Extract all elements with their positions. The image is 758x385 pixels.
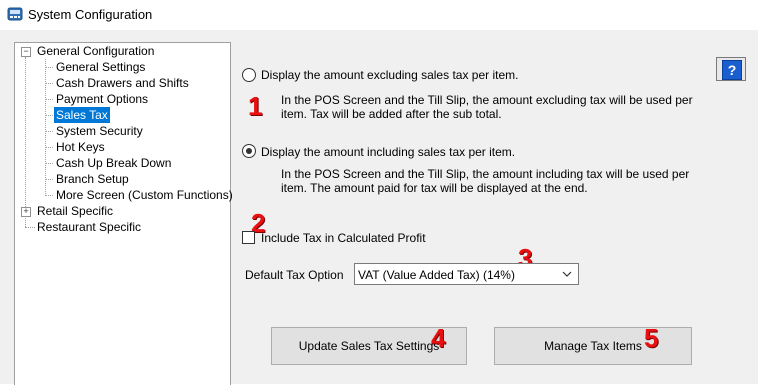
manage-tax-items-button[interactable]: Manage Tax Items bbox=[494, 327, 692, 365]
title-bar: System Configuration bbox=[0, 0, 758, 30]
default-tax-value: VAT (Value Added Tax) (14%) bbox=[358, 268, 515, 282]
tree-item-restaurant-specific[interactable]: Restaurant Specific bbox=[35, 219, 143, 235]
tree-item-general-configuration[interactable]: General Configuration bbox=[35, 43, 156, 59]
include-tax-profit-checkbox[interactable] bbox=[242, 231, 255, 244]
default-tax-label: Default Tax Option bbox=[245, 268, 344, 282]
tree-item-cash-drawers[interactable]: Cash Drawers and Shifts bbox=[54, 75, 191, 91]
navigation-tree[interactable]: − General Configuration General Settings… bbox=[14, 42, 233, 385]
excluding-tax-description: In the POS Screen and the Till Slip, the… bbox=[281, 93, 693, 121]
tree-item-retail-specific[interactable]: Retail Specific bbox=[35, 203, 115, 219]
default-tax-select[interactable]: VAT (Value Added Tax) (14%) bbox=[354, 263, 579, 285]
annotation-1: 1 bbox=[248, 91, 263, 121]
tree-item-more-screen[interactable]: More Screen (Custom Functions) bbox=[54, 187, 235, 203]
help-icon: ? bbox=[722, 60, 742, 80]
tree-item-sales-tax[interactable]: Sales Tax bbox=[54, 107, 110, 123]
tree-item-branch-setup[interactable]: Branch Setup bbox=[54, 171, 131, 187]
tree-item-hot-keys[interactable]: Hot Keys bbox=[54, 139, 107, 155]
including-tax-description: In the POS Screen and the Till Slip, the… bbox=[281, 167, 690, 195]
include-tax-profit-label[interactable]: Include Tax in Calculated Profit bbox=[261, 231, 426, 245]
chevron-down-icon bbox=[562, 271, 572, 277]
app-icon bbox=[7, 7, 23, 21]
window-title: System Configuration bbox=[28, 7, 153, 22]
collapse-icon[interactable]: − bbox=[21, 47, 31, 57]
excluding-tax-radio[interactable] bbox=[242, 68, 256, 82]
annotation-5: 5 bbox=[644, 323, 659, 353]
excluding-tax-label[interactable]: Display the amount excluding sales tax p… bbox=[261, 68, 518, 82]
tree-item-general-settings[interactable]: General Settings bbox=[54, 59, 147, 75]
tree-item-system-security[interactable]: System Security bbox=[54, 123, 145, 139]
help-button[interactable]: ? bbox=[716, 57, 746, 81]
including-tax-label[interactable]: Display the amount including sales tax p… bbox=[261, 145, 515, 159]
expand-icon[interactable]: + bbox=[21, 207, 31, 217]
annotation-4: 4 bbox=[431, 323, 446, 353]
tree-item-cash-up-break-down[interactable]: Cash Up Break Down bbox=[54, 155, 173, 171]
tree-item-payment-options[interactable]: Payment Options bbox=[54, 91, 150, 107]
including-tax-radio[interactable] bbox=[242, 144, 256, 158]
radio-selected-dot bbox=[246, 148, 252, 154]
